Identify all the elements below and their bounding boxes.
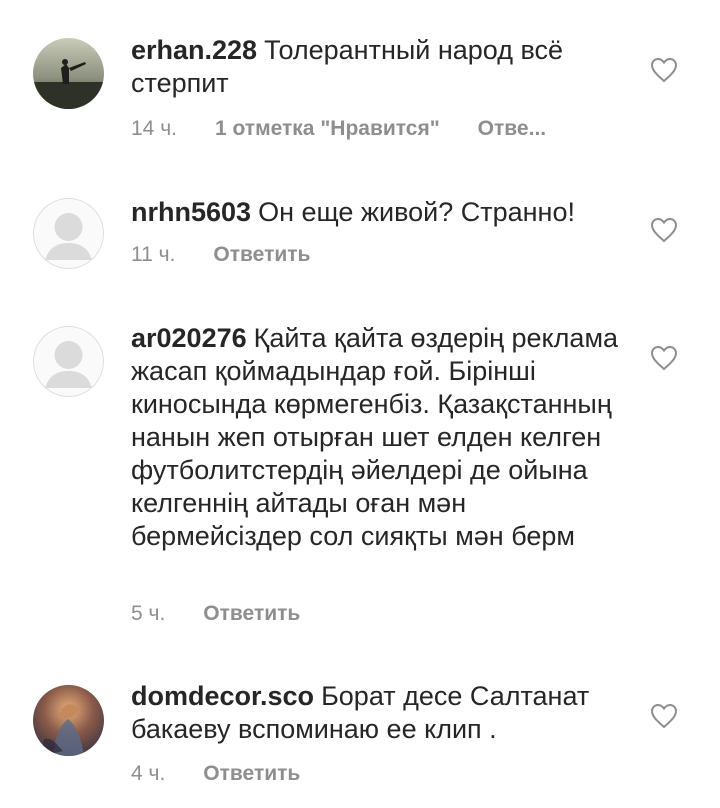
- user-photo-icon: [33, 38, 104, 109]
- reply-button[interactable]: Ответить: [203, 762, 300, 785]
- heart-outline-icon[interactable]: [650, 57, 678, 83]
- heart-outline-icon[interactable]: [650, 345, 678, 371]
- comment-username[interactable]: domdecor.sco: [131, 681, 314, 711]
- comment-meta: 11 ч. Ответить: [131, 243, 310, 267]
- avatar[interactable]: [33, 198, 104, 269]
- avatar[interactable]: [33, 38, 104, 109]
- comment-time: 14 ч.: [131, 117, 177, 140]
- comment-meta: 5 ч. Ответить: [131, 602, 300, 626]
- comment-username[interactable]: erhan.228: [131, 35, 257, 65]
- comment-text: Он еще живой? Странно!: [258, 197, 575, 227]
- comment-time: 11 ч.: [131, 243, 176, 266]
- comment-username[interactable]: nrhn5603: [131, 197, 251, 227]
- comment-body: erhan.228 Толерантный народ всё стерпит: [131, 34, 631, 100]
- user-photo-icon: [33, 685, 104, 756]
- default-avatar-icon: [33, 326, 104, 397]
- heart-outline-icon[interactable]: [650, 703, 678, 729]
- default-avatar-icon: [33, 198, 104, 269]
- comment-body: ar020276 Қайта қайта өздерің реклама жаса…: [131, 322, 631, 553]
- comment-time: 4 ч.: [131, 762, 166, 785]
- comment-body: domdecor.sco Борат десе Салтанат бакаеву …: [131, 680, 631, 746]
- comment-meta: 14 ч. 1 отметка "Нравится" Отве...: [131, 117, 546, 141]
- comment-meta: 4 ч. Ответить: [131, 762, 300, 786]
- reply-button[interactable]: Ответить: [213, 243, 310, 266]
- avatar[interactable]: [33, 685, 104, 756]
- comment-body: nrhn5603 Он еще живой? Странно!: [131, 196, 631, 229]
- comment-username[interactable]: ar020276: [131, 323, 247, 353]
- comment-text: Қайта қайта өздерің реклама жасап қоймад…: [131, 323, 619, 551]
- comment-likes[interactable]: 1 отметка "Нравится": [215, 117, 440, 140]
- reply-button[interactable]: Отве...: [478, 117, 546, 140]
- comment-time: 5 ч.: [131, 602, 166, 625]
- reply-button[interactable]: Ответить: [203, 602, 300, 625]
- avatar[interactable]: [33, 326, 104, 397]
- heart-outline-icon[interactable]: [650, 217, 678, 243]
